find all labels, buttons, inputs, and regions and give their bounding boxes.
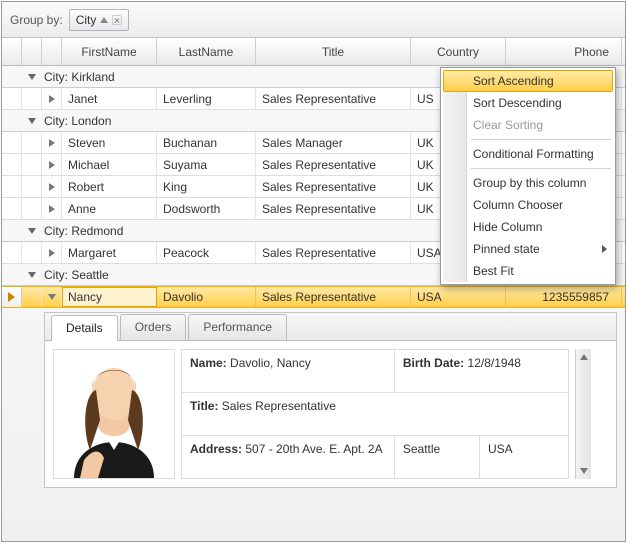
menu-group-by-column[interactable]: Group by this column [443, 172, 613, 194]
scroll-up-button[interactable] [576, 349, 591, 365]
chevron-right-icon[interactable] [49, 139, 55, 147]
cell-title: Sales Representative [256, 88, 411, 109]
value-name: Davolio, Nancy [230, 356, 311, 370]
value-country: USA [479, 436, 568, 479]
chevron-right-icon[interactable] [49, 249, 55, 257]
cell-lastname: Suyama [157, 154, 256, 175]
column-header-row: FirstName LastName Title Country Phone [2, 38, 625, 66]
sort-asc-icon [100, 17, 108, 23]
grid-container: Group by: City FirstName LastName Title … [1, 1, 626, 542]
cell-title: Sales Representative [256, 154, 411, 175]
menu-sort-descending[interactable]: Sort Descending [443, 92, 613, 114]
edit-icon [8, 292, 15, 302]
row-details-panel: Details Orders Performance [44, 312, 617, 488]
menu-pinned-state[interactable]: Pinned state [443, 238, 613, 260]
tab-orders[interactable]: Orders [120, 314, 187, 340]
column-context-menu: Sort Ascending Sort Descending Clear Sor… [440, 67, 616, 285]
chevron-down-icon[interactable] [28, 272, 36, 278]
chevron-right-icon[interactable] [49, 205, 55, 213]
menu-conditional-formatting[interactable]: Conditional Formatting [443, 143, 613, 165]
cell-title: Sales Representative [256, 287, 411, 307]
cell-firstname: Robert [62, 176, 157, 197]
value-city: Seattle [394, 436, 479, 479]
column-header-title[interactable]: Title [256, 38, 411, 65]
details-tabstrip: Details Orders Performance [45, 313, 616, 341]
tab-performance[interactable]: Performance [188, 314, 287, 340]
chevron-right-icon[interactable] [49, 161, 55, 169]
cell-firstname: Anne [62, 198, 157, 219]
column-header-country[interactable]: Country [411, 38, 506, 65]
label-name: Name: [190, 356, 227, 370]
menu-hide-column[interactable]: Hide Column [443, 216, 613, 238]
chevron-right-icon[interactable] [49, 183, 55, 191]
cell-title: Sales Representative [256, 242, 411, 263]
chevron-down-icon[interactable] [28, 74, 36, 80]
value-birthdate: 12/8/1948 [468, 356, 521, 370]
group-label: City: London [42, 114, 111, 128]
cell-firstname-editing[interactable]: Nancy [62, 287, 157, 307]
chevron-down-icon[interactable] [48, 294, 56, 300]
cell-lastname: Leverling [157, 88, 256, 109]
details-body: Name: Davolio, Nancy Birth Date: 12/8/19… [45, 341, 616, 487]
cell-lastname: Buchanan [157, 132, 256, 153]
menu-column-chooser[interactable]: Column Chooser [443, 194, 613, 216]
cell-lastname: Davolio [157, 287, 256, 307]
cell-title: Sales Manager [256, 132, 411, 153]
menu-separator [471, 139, 611, 140]
column-header-firstname[interactable]: FirstName [62, 38, 157, 65]
row-indicator [2, 287, 22, 307]
chevron-down-icon [580, 468, 588, 474]
label-address: Address: [190, 442, 242, 456]
header-indent [2, 38, 62, 65]
group-label: City: Kirkland [42, 70, 115, 84]
group-chip-text: City [76, 13, 97, 27]
table-row-selected[interactable]: Nancy Davolio Sales Representative USA 1… [2, 286, 625, 308]
group-label: City: Seattle [42, 268, 109, 282]
cell-firstname: Margaret [62, 242, 157, 263]
menu-separator [471, 168, 611, 169]
value-address: 507 - 20th Ave. E. Apt. 2A [245, 442, 382, 456]
group-by-label: Group by: [10, 13, 63, 27]
cell-country: USA [411, 287, 506, 307]
cell-lastname: King [157, 176, 256, 197]
cell-lastname: Peacock [157, 242, 256, 263]
tab-details[interactable]: Details [51, 315, 118, 341]
details-table: Name: Davolio, Nancy Birth Date: 12/8/19… [181, 349, 569, 479]
scroll-down-button[interactable] [576, 463, 591, 479]
cell-phone: 1235559857 [506, 287, 622, 307]
chevron-down-icon[interactable] [28, 228, 36, 234]
cell-title: Sales Representative [256, 176, 411, 197]
menu-sort-ascending[interactable]: Sort Ascending [443, 70, 613, 92]
close-icon[interactable] [112, 15, 122, 25]
label-birthdate: Birth Date: [403, 356, 464, 370]
cell-title: Sales Representative [256, 198, 411, 219]
employee-photo [53, 349, 175, 479]
cell-firstname: Michael [62, 154, 157, 175]
group-label: City: Redmond [42, 224, 123, 238]
details-scrollbar[interactable] [575, 349, 591, 479]
column-header-phone[interactable]: Phone [506, 38, 622, 65]
chevron-right-icon [602, 245, 607, 253]
group-by-panel: Group by: City [2, 2, 625, 38]
chevron-down-icon[interactable] [28, 118, 36, 124]
column-header-lastname[interactable]: LastName [157, 38, 256, 65]
cell-lastname: Dodsworth [157, 198, 256, 219]
group-chip-city[interactable]: City [69, 9, 130, 31]
menu-clear-sorting[interactable]: Clear Sorting [443, 114, 613, 136]
menu-best-fit[interactable]: Best Fit [443, 260, 613, 282]
label-title: Title: [190, 399, 218, 413]
cell-firstname: Janet [62, 88, 157, 109]
cell-firstname: Steven [62, 132, 157, 153]
chevron-up-icon [580, 354, 588, 360]
chevron-right-icon[interactable] [49, 95, 55, 103]
value-title: Sales Representative [222, 399, 336, 413]
